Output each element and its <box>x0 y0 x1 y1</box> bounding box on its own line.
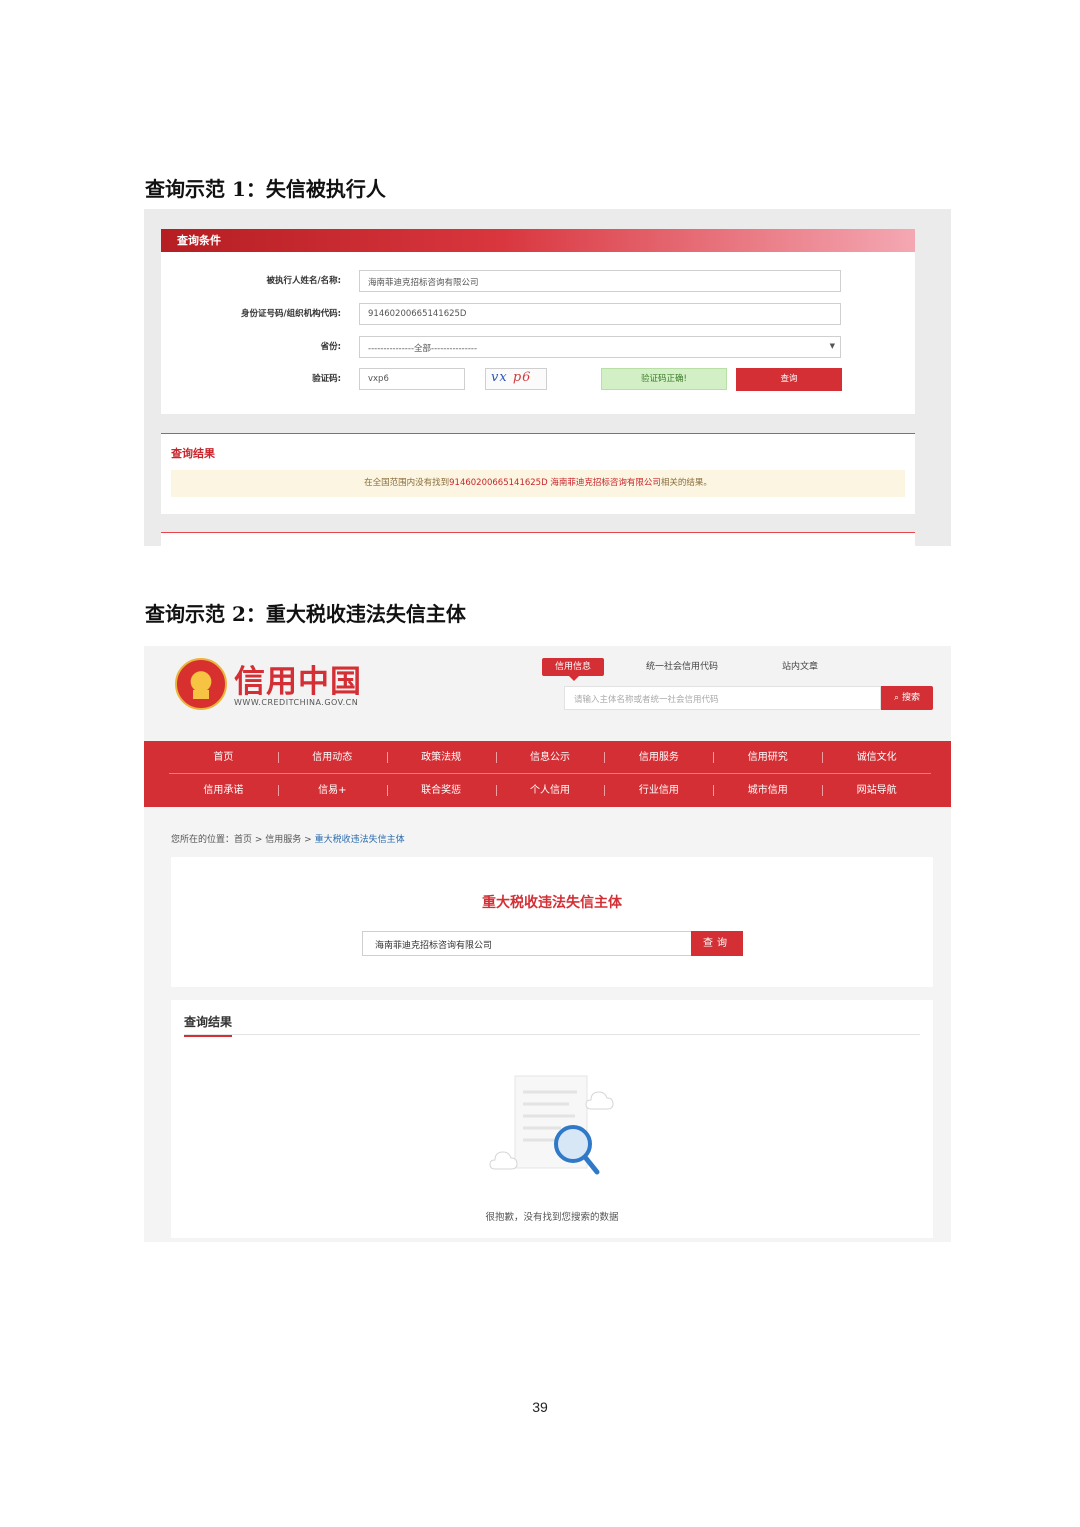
captcha-image-text-a: vx <box>491 370 508 385</box>
page-number: 39 <box>532 1399 548 1415</box>
query-button[interactable]: 查询 <box>736 368 842 391</box>
breadcrumb: 您所在的位置：首页 > 信用服务 > 重大税收违法失信主体 <box>171 832 405 845</box>
search-icon: ⌕ <box>894 693 900 703</box>
province-row: 省份: ---------------全部--------------- ▼ <box>161 336 915 358</box>
tab-site-articles[interactable]: 站内文章 <box>782 658 818 676</box>
nav-item[interactable]: 网站导航 <box>822 774 931 807</box>
demo1-heading: 查询示范 1：失信被执行人 <box>145 177 386 201</box>
captcha-image-text-b: p6 <box>512 370 532 385</box>
captcha-row: 验证码: vxp6 vx p6 验证码正确! 查询 <box>161 368 915 391</box>
divider <box>184 1034 920 1035</box>
nav-item[interactable]: 信用承诺 <box>169 774 278 807</box>
breadcrumb-service[interactable]: 信用服务 <box>265 835 301 845</box>
query-conditions-title: 查询条件 <box>161 229 915 252</box>
nav-item[interactable]: 联合奖惩 <box>386 774 496 807</box>
chevron-down-icon: ▼ <box>829 342 835 350</box>
demo1-screenshot: 查询条件 被执行人姓名/名称: 海南菲迪克招标咨询有限公司 身份证号码/组织机构… <box>144 209 951 546</box>
site-search-input[interactable]: 请输入主体名称或者统一社会信用代码 <box>564 686 881 710</box>
tax-result-panel: 查询结果 很抱歉，没有找到您搜索的数据 <box>171 1000 933 1238</box>
demo2-heading: 查询示范 2：重大税收违法失信主体 <box>145 602 466 626</box>
province-label: 省份: <box>320 342 341 352</box>
tax-query-panel: 重大税收违法失信主体 海南菲迪克招标咨询有限公司 查询 <box>171 857 933 987</box>
captcha-label: 验证码: <box>312 374 341 384</box>
notice-name: 海南菲迪克招标咨询有限公司 <box>550 478 661 488</box>
empty-message: 很抱歉，没有找到您搜索的数据 <box>485 1212 619 1223</box>
tab-credit-code[interactable]: 统一社会信用代码 <box>646 658 718 676</box>
id-code-row: 身份证号码/组织机构代码: 91460200665141625D <box>161 303 915 325</box>
query-result-panel: 查询结果 在全国范围内没有找到91460200665141625D 海南菲迪克招… <box>161 433 915 514</box>
nav-item[interactable]: 政策法规 <box>386 741 496 773</box>
breadcrumb-current[interactable]: 重大税收违法失信主体 <box>315 835 405 845</box>
query-conditions-panel: 查询条件 被执行人姓名/名称: 海南菲迪克招标咨询有限公司 身份证号码/组织机构… <box>161 229 915 414</box>
notice-prefix: 在全国范围内没有找到 <box>364 478 450 488</box>
nav-item[interactable]: 信用动态 <box>277 741 387 773</box>
tab-credit-info[interactable]: 信用信息 <box>542 658 604 681</box>
id-code-label: 身份证号码/组织机构代码: <box>240 309 341 319</box>
main-nav-row-1: 首页 信用动态 政策法规 信息公示 信用服务 信用研究 诚信文化 <box>169 741 931 774</box>
tax-query-input[interactable]: 海南菲迪克招标咨询有限公司 <box>362 931 692 956</box>
query-result-title: 查询结果 <box>171 447 215 460</box>
site-header: 信用中国 WWW.CREDITCHINA.GOV.CN 信用信息 统一社会信用代… <box>144 646 951 741</box>
captcha-input[interactable]: vxp6 <box>359 368 465 390</box>
nav-item[interactable]: 城市信用 <box>713 774 822 807</box>
nav-item[interactable]: 个人信用 <box>495 774 605 807</box>
no-data-illustration-icon <box>489 1075 614 1175</box>
name-label: 被执行人姓名/名称: <box>266 276 341 286</box>
site-search-button[interactable]: ⌕ 搜索 <box>881 686 933 710</box>
nav-item[interactable]: 信用研究 <box>713 741 822 773</box>
breadcrumb-home[interactable]: 首页 <box>234 835 252 845</box>
id-code-input[interactable]: 91460200665141625D <box>359 303 841 325</box>
main-nav: 首页 信用动态 政策法规 信息公示 信用服务 信用研究 诚信文化 信用承诺 信易… <box>144 741 951 807</box>
main-nav-row-2: 信用承诺 信易+ 联合奖惩 个人信用 行业信用 城市信用 网站导航 <box>169 774 931 807</box>
nav-item[interactable]: 信易+ <box>277 774 387 807</box>
nav-item[interactable]: 信用服务 <box>604 741 713 773</box>
national-emblem-icon <box>175 658 227 710</box>
breadcrumb-separator: > <box>252 835 266 845</box>
divider <box>161 532 915 546</box>
demo2-screenshot: 信用中国 WWW.CREDITCHINA.GOV.CN 信用信息 统一社会信用代… <box>144 646 951 1242</box>
site-logo[interactable]: 信用中国 <box>234 656 362 701</box>
captcha-image[interactable]: vx p6 <box>485 368 547 390</box>
breadcrumb-separator: > <box>301 835 315 845</box>
breadcrumb-prefix: 您所在的位置： <box>171 835 235 845</box>
nav-item[interactable]: 行业信用 <box>604 774 713 807</box>
nav-item[interactable]: 诚信文化 <box>822 741 931 773</box>
site-search-label: 搜索 <box>901 693 920 703</box>
tax-query-title: 重大税收违法失信主体 <box>482 895 622 911</box>
name-row: 被执行人姓名/名称: 海南菲迪克招标咨询有限公司 <box>161 270 915 292</box>
no-result-notice: 在全国范围内没有找到91460200665141625D 海南菲迪克招标咨询有限… <box>171 470 905 497</box>
province-select[interactable]: ---------------全部--------------- ▼ <box>359 336 841 358</box>
notice-suffix: 相关的结果。 <box>660 478 712 488</box>
province-select-value: ---------------全部--------------- <box>368 344 478 354</box>
captcha-ok-badge: 验证码正确! <box>601 368 727 390</box>
nav-item[interactable]: 首页 <box>169 741 278 773</box>
site-url: WWW.CREDITCHINA.GOV.CN <box>234 698 359 707</box>
nav-item[interactable]: 信息公示 <box>495 741 605 773</box>
tax-query-button[interactable]: 查询 <box>691 931 743 956</box>
name-input[interactable]: 海南菲迪克招标咨询有限公司 <box>359 270 841 292</box>
notice-code: 91460200665141625D <box>449 478 548 488</box>
